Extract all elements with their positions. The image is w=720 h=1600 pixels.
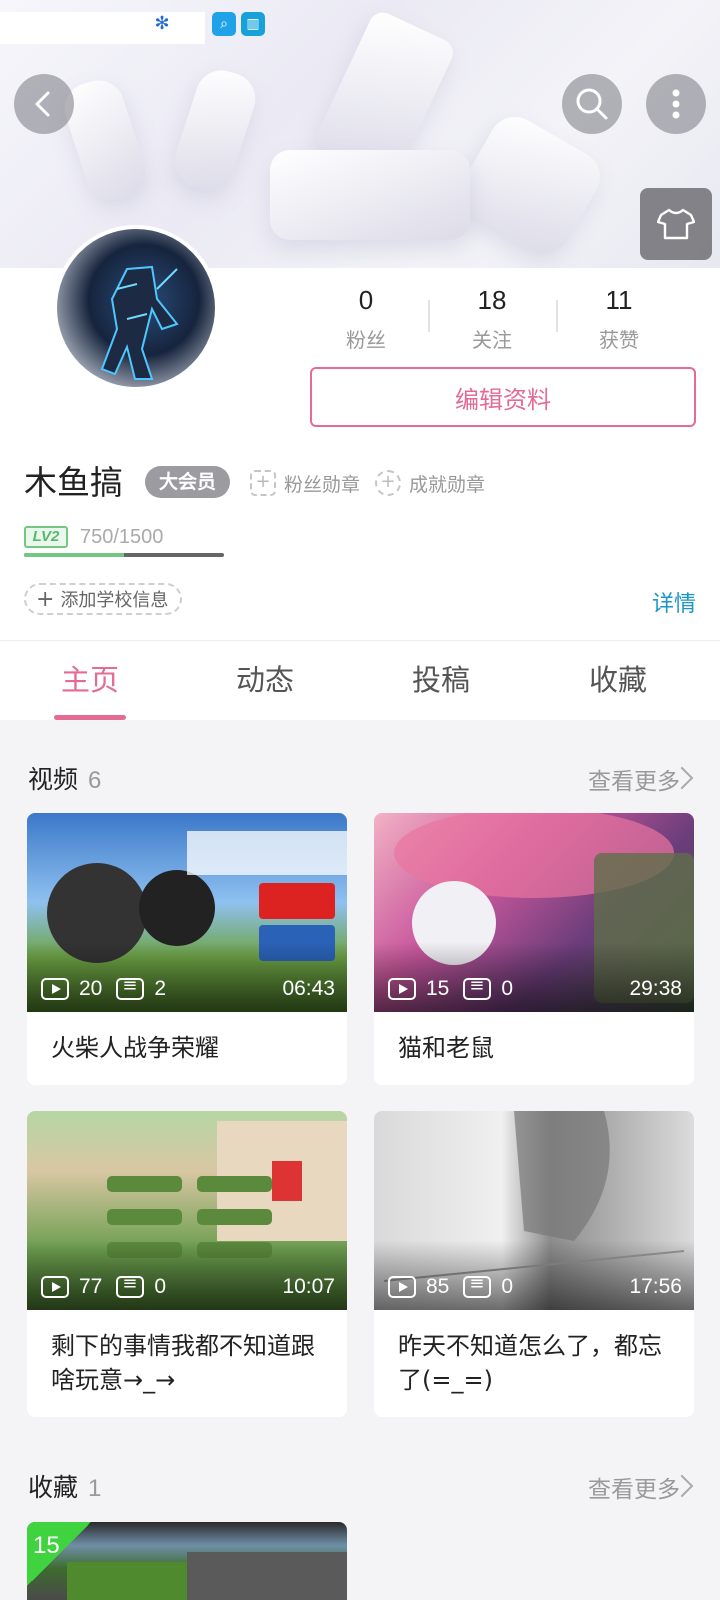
banner-decoration — [270, 150, 470, 240]
play-count-icon — [388, 978, 416, 1000]
favorites-count: 1 — [88, 1475, 102, 1502]
video-card[interactable]: 85 0 17:56 昨天不知道怎么了，都忘了(=_=) — [374, 1111, 694, 1417]
back-arrow-icon — [35, 91, 50, 117]
video-title: 昨天不知道怎么了，都忘了(=_=) — [398, 1332, 662, 1394]
play-count: 15 — [426, 977, 450, 1000]
stat-divider — [556, 300, 558, 332]
plus-icon: + — [36, 586, 55, 612]
following-count: 18 — [477, 285, 507, 315]
favorite-card[interactable]: 15 — [27, 1522, 347, 1600]
vip-badge[interactable]: 大会员 — [145, 466, 231, 498]
tshirt-icon — [657, 208, 695, 240]
tab-home[interactable]: 主页 — [30, 657, 150, 699]
play-count: 77 — [79, 1275, 103, 1298]
exp-progress-fill — [24, 553, 124, 557]
profile-tabs: 主页 动态 投稿 收藏 — [0, 640, 720, 720]
tab-activity[interactable]: 动态 — [205, 657, 325, 699]
videos-section-title: 视频 6 — [28, 760, 101, 796]
search-app-icon: ⌕ — [212, 12, 236, 36]
favorites-section-title: 收藏 1 — [28, 1468, 101, 1504]
exp-text: 750/1500 — [80, 526, 164, 548]
search-icon — [576, 88, 608, 120]
reader-app-icon: ▥ — [241, 12, 265, 36]
avatar-figure-icon — [100, 265, 179, 380]
stat-likes[interactable]: 11 获赞 — [559, 285, 679, 353]
video-title: 猫和老鼠 — [398, 1034, 494, 1062]
video-thumbnail: 20 2 06:43 — [27, 813, 347, 1012]
video-meta: 20 2 06:43 — [41, 975, 335, 1002]
achievement-medal-label: 成就勋章 — [409, 473, 486, 496]
video-card[interactable]: 20 2 06:43 火柴人战争荣耀 — [27, 813, 347, 1085]
video-duration: 17:56 — [629, 1275, 682, 1298]
stat-divider — [428, 300, 430, 332]
status-bar-blank — [0, 12, 205, 44]
fan-medal-label: 粉丝勋章 — [284, 473, 361, 496]
tab-favorites[interactable]: 收藏 — [558, 657, 678, 699]
add-icon: + — [250, 470, 276, 496]
danmaku-count: 0 — [501, 977, 514, 1000]
exp-progress-bar — [24, 553, 224, 557]
favorite-badge-count: 15 — [33, 1532, 60, 1559]
level-badge: LV2 — [24, 526, 68, 548]
video-meta: 85 0 17:56 — [388, 1273, 682, 1300]
fans-count: 0 — [358, 285, 374, 315]
danmaku-count: 0 — [501, 1275, 514, 1298]
more-button[interactable] — [646, 74, 706, 134]
videos-title: 视频 — [28, 765, 79, 794]
play-count: 20 — [79, 977, 103, 1000]
add-school-button[interactable]: + 添加学校信息 — [24, 583, 183, 615]
profile-banner: ✻ ⌕ ▥ — [0, 0, 720, 268]
play-count-icon — [41, 978, 69, 1000]
tab-uploads[interactable]: 投稿 — [381, 657, 501, 699]
danmaku-count: 0 — [154, 1275, 167, 1298]
following-label: 关注 — [472, 328, 512, 352]
detail-link[interactable]: 详情 — [652, 586, 696, 618]
likes-label: 获赞 — [599, 328, 639, 352]
video-card[interactable]: 77 0 10:07 剩下的事情我都不知道跟啥玩意→_→ — [27, 1111, 347, 1417]
play-count-icon — [41, 1276, 69, 1298]
fans-label: 粉丝 — [346, 328, 386, 352]
video-thumbnail: 77 0 10:07 — [27, 1111, 347, 1310]
video-title: 剩下的事情我都不知道跟啥玩意→_→ — [51, 1332, 315, 1394]
video-thumbnail: 15 0 29:38 — [374, 813, 694, 1012]
video-duration: 10:07 — [282, 1275, 335, 1298]
video-thumbnail: 85 0 17:56 — [374, 1111, 694, 1310]
play-count: 85 — [426, 1275, 450, 1298]
danmaku-count: 2 — [154, 977, 167, 1000]
danmaku-icon — [116, 975, 145, 1000]
videos-more-link[interactable]: 查看更多 — [588, 762, 680, 796]
tab-active-indicator — [54, 715, 126, 720]
favorites-title: 收藏 — [28, 1473, 79, 1502]
likes-count: 11 — [605, 285, 633, 315]
avatar[interactable] — [53, 225, 219, 391]
stat-following[interactable]: 18 关注 — [432, 285, 552, 353]
back-button[interactable] — [14, 74, 74, 134]
more-vertical-icon — [672, 89, 680, 119]
video-title: 火柴人战争荣耀 — [51, 1034, 219, 1062]
danmaku-icon — [463, 1273, 492, 1298]
video-meta: 15 0 29:38 — [388, 975, 682, 1002]
video-card[interactable]: 15 0 29:38 猫和老鼠 — [374, 813, 694, 1085]
fan-medal-button[interactable]: + 粉丝勋章 — [250, 467, 360, 499]
achievement-medal-button[interactable]: + 成就勋章 — [375, 467, 485, 499]
video-duration: 06:43 — [282, 977, 335, 1000]
videos-count: 6 — [88, 767, 102, 794]
add-icon: + — [375, 470, 401, 496]
play-count-icon — [388, 1276, 416, 1298]
favorites-more-link[interactable]: 查看更多 — [588, 1470, 680, 1504]
edit-profile-button[interactable]: 编辑资料 — [310, 367, 696, 427]
favorite-thumbnail: 15 — [27, 1522, 347, 1600]
add-school-label: 添加学校信息 — [60, 590, 169, 611]
skin-button[interactable] — [640, 188, 712, 260]
username: 木鱼搞 — [24, 463, 123, 502]
baidu-paw-icon: ✻ — [154, 13, 170, 34]
danmaku-icon — [463, 975, 492, 1000]
stat-fans[interactable]: 0 粉丝 — [306, 285, 426, 353]
video-meta: 77 0 10:07 — [41, 1273, 335, 1300]
search-button[interactable] — [562, 74, 622, 134]
banner-decoration — [167, 63, 263, 197]
video-duration: 29:38 — [629, 977, 682, 1000]
danmaku-icon — [116, 1273, 145, 1298]
status-bar: ✻ ⌕ ▥ — [0, 0, 720, 48]
